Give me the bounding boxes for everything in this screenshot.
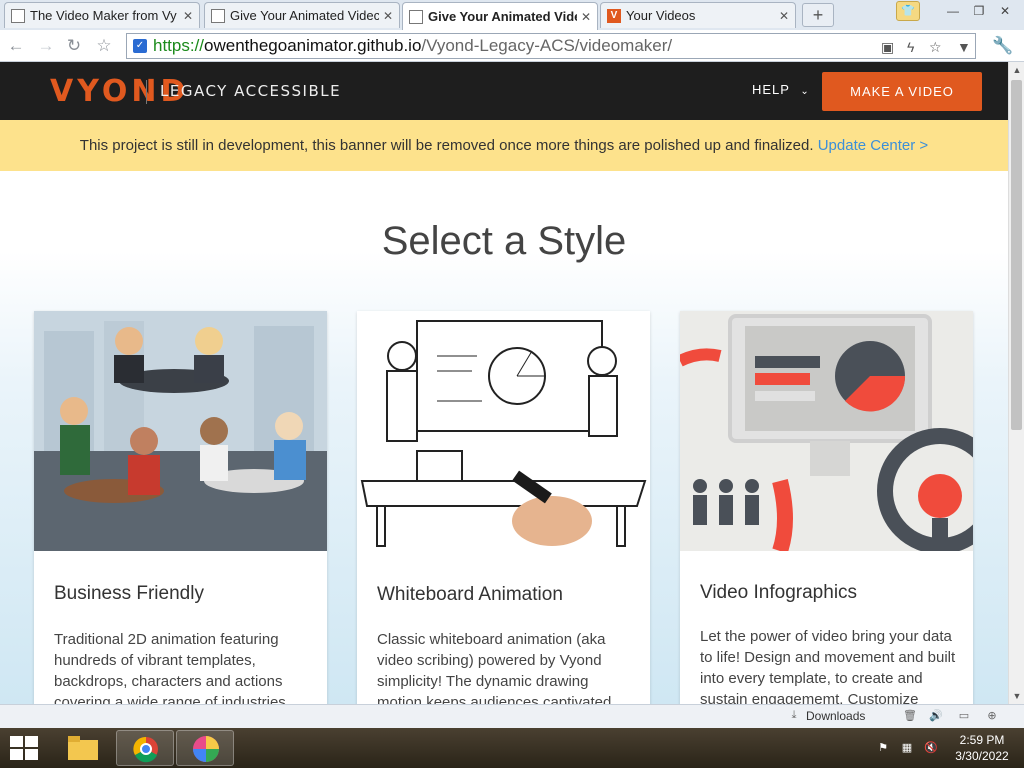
tab-video-maker[interactable]: The Video Maker from Vy ✕: [4, 2, 200, 28]
whiteboard-illustration: [357, 311, 650, 551]
scroll-down-icon[interactable]: ▼: [1009, 688, 1024, 704]
zoom-icon[interactable]: ⊕: [984, 709, 1000, 723]
folder-icon: [68, 736, 98, 760]
file-explorer-button[interactable]: [54, 730, 112, 766]
vyond-favicon-icon: V: [607, 8, 621, 23]
windows-taskbar: ⚑ ▦ 🔇 2:59 PM 3/30/2022: [0, 728, 1024, 768]
help-menu[interactable]: HELP ⌄: [752, 82, 810, 97]
downloads-bar: ⤓ Downloads 🗑 🔊 ▭ ⊕: [0, 704, 1024, 728]
download-icon: ⤓: [791, 709, 797, 721]
url-host: owenthegoanimator.github.io: [204, 36, 422, 55]
url-path: /Vyond-Legacy-ACS/videomaker/: [421, 36, 673, 55]
site-header: VYOND LEGACY ACCESSIBLE HELP ⌄ MAKE A VI…: [0, 62, 1008, 120]
windows-start-icon[interactable]: [10, 736, 38, 760]
close-icon[interactable]: ✕: [779, 9, 789, 23]
lightning-icon[interactable]: ϟ: [907, 39, 914, 55]
screen-icon[interactable]: ▭: [956, 709, 972, 723]
tab-title: Give Your Animated Vide: [428, 9, 577, 24]
card-title: Video Infographics: [700, 582, 858, 603]
tab-title: The Video Maker from Vy: [30, 8, 177, 23]
make-a-video-button[interactable]: MAKE A VIDEO: [822, 72, 982, 111]
card-video-infographics[interactable]: Video Infographics Let the power of vide…: [680, 311, 973, 704]
scroll-up-icon[interactable]: ▲: [1009, 62, 1024, 78]
card-business-friendly[interactable]: Business Friendly Traditional 2D animati…: [34, 311, 327, 704]
downloads-link[interactable]: Downloads: [806, 709, 865, 723]
logo-divider: [146, 80, 147, 104]
page-title: Select a Style: [381, 219, 627, 263]
tab-title: Your Videos: [626, 8, 696, 23]
clock-time: 2:59 PM: [959, 733, 1005, 747]
card-whiteboard-animation[interactable]: Whiteboard Animation Classic whiteboard …: [357, 311, 650, 704]
close-icon[interactable]: ✕: [581, 10, 591, 24]
chrome-icon: [133, 736, 158, 763]
dev-banner: This project is still in development, th…: [0, 120, 1008, 171]
new-tab-button[interactable]: +: [802, 3, 834, 27]
flag-icon[interactable]: ⚑: [876, 741, 890, 755]
banner-text: This project is still in development, th…: [79, 137, 814, 154]
trash-icon[interactable]: 🗑: [902, 709, 918, 723]
wrench-menu-icon[interactable]: 🔧: [992, 36, 1013, 56]
tab-your-videos[interactable]: V Your Videos ✕: [600, 2, 796, 28]
tab-title: Give Your Animated Videc: [230, 8, 379, 23]
system-clock[interactable]: 2:59 PM 3/30/2022: [950, 732, 1014, 764]
scrollbar-thumb[interactable]: [1011, 80, 1022, 430]
restore-icon[interactable]: ❐: [968, 2, 990, 20]
tab-give-animated-1[interactable]: Give Your Animated Videc ✕: [204, 2, 400, 28]
dropdown-icon[interactable]: ▼: [957, 39, 971, 55]
profile-icon[interactable]: 👕: [896, 1, 920, 21]
bookmark-star-icon[interactable]: ☆: [94, 36, 114, 56]
url-scheme: https://: [153, 36, 205, 55]
reload-icon[interactable]: ↻: [64, 36, 84, 56]
card-title: Whiteboard Animation: [377, 584, 563, 605]
volume-icon[interactable]: 🔊: [928, 709, 944, 723]
close-icon[interactable]: ✕: [383, 9, 393, 23]
speaker-muted-icon[interactable]: 🔇: [924, 741, 938, 755]
document-icon: [11, 8, 25, 23]
close-window-icon[interactable]: ✕: [994, 2, 1016, 20]
paint-taskbar-button[interactable]: [176, 730, 234, 766]
card-title: Business Friendly: [54, 583, 204, 604]
address-bar[interactable]: ✓ https:// owenthegoanimator.github.io /…: [126, 33, 976, 59]
color-wheel-icon: [193, 736, 219, 762]
chevron-down-icon: ⌄: [800, 86, 810, 97]
page-scrollbar[interactable]: ▲ ▼: [1008, 62, 1024, 704]
document-icon: [409, 9, 423, 24]
browser-toolbar: ← → ↻ ☆ ✓ https:// owenthegoanimator.git…: [0, 30, 1024, 62]
close-icon[interactable]: ✕: [183, 9, 193, 23]
secure-lock-icon: ✓: [133, 39, 147, 53]
card-description: Let the power of video bring your data t…: [700, 628, 956, 704]
infographics-illustration: [680, 311, 973, 551]
style-selection: Select a Style Business Friendly Traditi…: [0, 171, 1008, 704]
document-icon: [211, 8, 225, 23]
window-controls: — ❐ ✕: [942, 2, 1016, 20]
card-description: Traditional 2D animation featuring hundr…: [54, 631, 290, 704]
business-illustration: [34, 311, 327, 551]
tab-give-animated-active[interactable]: Give Your Animated Vide ✕: [402, 2, 598, 30]
network-icon[interactable]: ▦: [900, 741, 914, 755]
star-icon[interactable]: ☆: [929, 39, 942, 56]
help-label: HELP: [752, 82, 790, 97]
logo-subtitle: LEGACY ACCESSIBLE: [160, 82, 342, 100]
clock-date: 3/30/2022: [955, 749, 1009, 763]
tab-strip: The Video Maker from Vy ✕ Give Your Anim…: [0, 0, 1024, 30]
chrome-taskbar-button[interactable]: [116, 730, 174, 766]
back-icon[interactable]: ←: [6, 36, 26, 56]
forward-icon[interactable]: →: [36, 36, 56, 56]
web-page: VYOND LEGACY ACCESSIBLE HELP ⌄ MAKE A VI…: [0, 62, 1008, 704]
card-description: Classic whiteboard animation (aka video …: [377, 631, 616, 704]
update-center-link[interactable]: Update Center >: [818, 137, 929, 154]
blocked-popup-icon[interactable]: ▣: [881, 39, 894, 56]
minimize-icon[interactable]: —: [942, 2, 964, 20]
